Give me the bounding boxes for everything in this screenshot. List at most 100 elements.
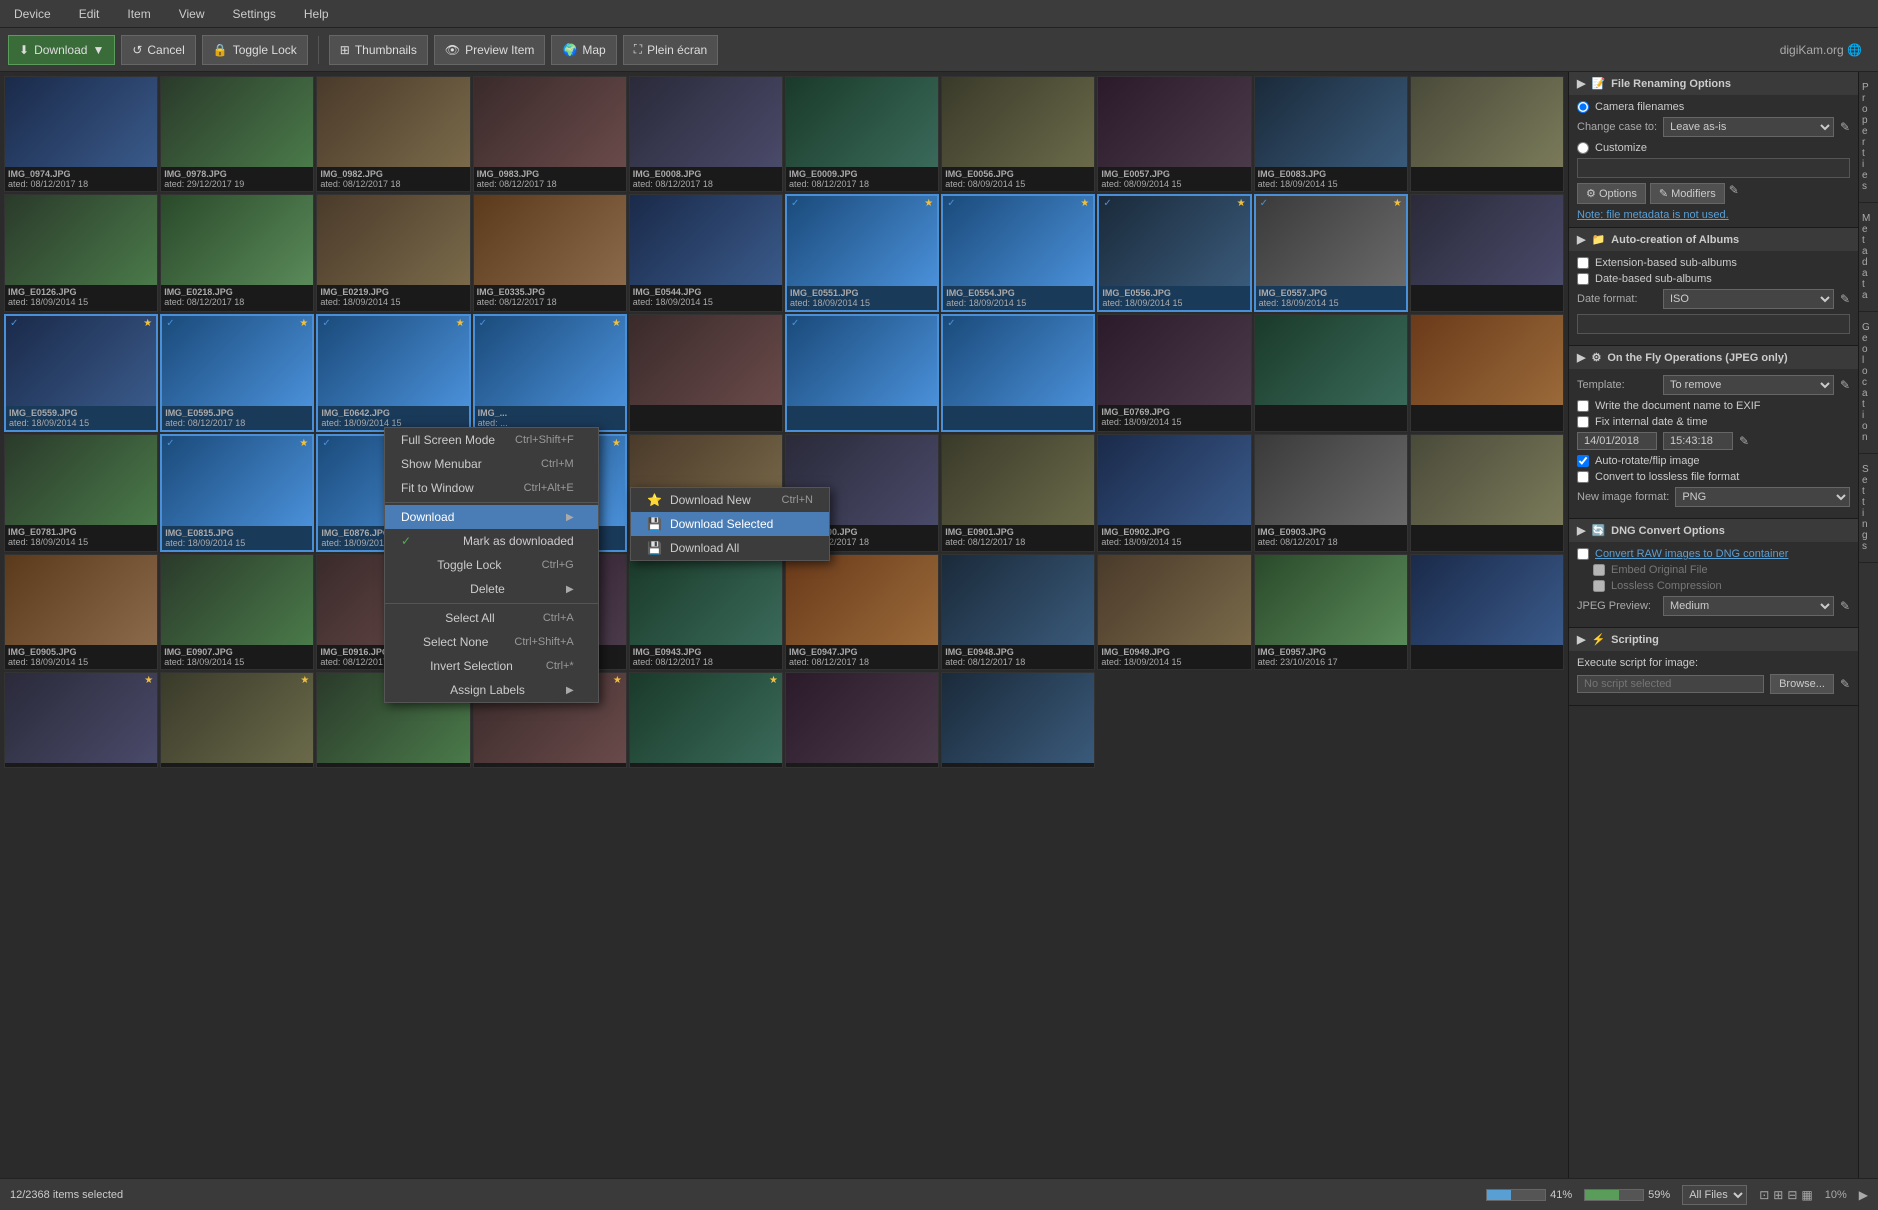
context-select-none[interactable]: Select None Ctrl+Shift+A bbox=[385, 630, 598, 654]
jpeg-preview-select[interactable]: Medium bbox=[1663, 596, 1834, 616]
grid-icon[interactable]: ▦ bbox=[1801, 1188, 1812, 1202]
photo-item-55[interactable] bbox=[785, 672, 939, 768]
menu-settings[interactable]: Settings bbox=[227, 5, 282, 23]
browse-button[interactable]: Browse... bbox=[1770, 674, 1834, 694]
photo-item-18[interactable]: ★✓IMG_E0557.JPGated: 18/09/2014 15 bbox=[1254, 194, 1408, 312]
note-link[interactable]: Note: file metadata is not used. bbox=[1577, 209, 1729, 221]
context-download[interactable]: Download ▶ bbox=[385, 505, 598, 529]
photo-item-8[interactable]: IMG_E0083.JPGated: 18/09/2014 15 bbox=[1254, 76, 1408, 192]
context-mark-downloaded[interactable]: ✓ Mark as downloaded bbox=[385, 529, 598, 553]
photo-item-21[interactable]: ★✓IMG_E0595.JPGated: 08/12/2017 18 bbox=[160, 314, 314, 432]
auto-creation-header[interactable]: ▶ 📁 Auto-creation of Albums bbox=[1569, 228, 1858, 251]
submenu-download-all[interactable]: 💾 Download All bbox=[631, 536, 829, 560]
photo-item-31[interactable]: ★✓IMG_E0815.JPGated: 18/09/2014 15 bbox=[160, 434, 314, 552]
date-input[interactable] bbox=[1577, 432, 1657, 450]
photo-item-36[interactable]: IMG_E0901.JPGated: 08/12/2017 18 bbox=[941, 434, 1095, 552]
photo-item-48[interactable]: IMG_E0957.JPGated: 23/10/2016 17 bbox=[1254, 554, 1408, 670]
time-input[interactable] bbox=[1663, 432, 1733, 450]
photo-item-56[interactable] bbox=[941, 672, 1095, 768]
photo-item-46[interactable]: IMG_E0948.JPGated: 08/12/2017 18 bbox=[941, 554, 1095, 670]
options-button[interactable]: ⚙ Options bbox=[1577, 183, 1646, 204]
date-format-input[interactable] bbox=[1577, 314, 1850, 334]
photo-item-0[interactable]: IMG_0974.JPGated: 08/12/2017 18 bbox=[4, 76, 158, 192]
photo-item-16[interactable]: ★✓IMG_E0554.JPGated: 18/09/2014 15 bbox=[941, 194, 1095, 312]
photo-grid-area[interactable]: IMG_0974.JPGated: 08/12/2017 18IMG_0978.… bbox=[0, 72, 1568, 1178]
context-delete[interactable]: Delete ▶ bbox=[385, 577, 598, 601]
edit-icon-7[interactable]: ✎ bbox=[1840, 677, 1850, 691]
on-fly-header[interactable]: ▶ ⚙ On the Fly Operations (JPEG only) bbox=[1569, 346, 1858, 369]
photo-item-47[interactable]: IMG_E0949.JPGated: 18/09/2014 15 bbox=[1097, 554, 1251, 670]
template-select[interactable]: To remove bbox=[1663, 375, 1834, 395]
modifiers-button[interactable]: ✎ Modifiers bbox=[1650, 183, 1725, 204]
photo-item-17[interactable]: ★✓IMG_E0556.JPGated: 18/09/2014 15 bbox=[1097, 194, 1251, 312]
map-button[interactable]: 🌍 Map bbox=[551, 35, 616, 65]
date-format-select[interactable]: ISO bbox=[1663, 289, 1834, 309]
download-submenu[interactable]: ⭐ Download New Ctrl+N 💾 Download Selecte… bbox=[630, 487, 830, 561]
context-menu[interactable]: Full Screen Mode Ctrl+Shift+F Show Menub… bbox=[384, 427, 599, 703]
context-assign-labels[interactable]: Assign Labels ▶ bbox=[385, 678, 598, 702]
photo-item-14[interactable]: IMG_E0544.JPGated: 18/09/2014 15 bbox=[629, 194, 783, 312]
photo-item-13[interactable]: IMG_E0335.JPGated: 08/12/2017 18 bbox=[473, 194, 627, 312]
photo-item-45[interactable]: IMG_E0947.JPGated: 08/12/2017 18 bbox=[785, 554, 939, 670]
context-show-menubar[interactable]: Show Menubar Ctrl+M bbox=[385, 452, 598, 476]
edit-icon-4[interactable]: ✎ bbox=[1840, 378, 1850, 392]
context-toggle-lock[interactable]: Toggle Lock Ctrl+G bbox=[385, 553, 598, 577]
context-select-all[interactable]: Select All Ctrl+A bbox=[385, 606, 598, 630]
menu-device[interactable]: Device bbox=[8, 5, 57, 23]
photo-item-1[interactable]: IMG_0978.JPGated: 29/12/2017 19 bbox=[160, 76, 314, 192]
edit-icon-1[interactable]: ✎ bbox=[1840, 120, 1850, 134]
photo-item-10[interactable]: IMG_E0126.JPGated: 18/09/2014 15 bbox=[4, 194, 158, 312]
cancel-button[interactable]: ↺ Cancel bbox=[121, 35, 195, 65]
photo-item-22[interactable]: ★✓IMG_E0642.JPGated: 18/09/2014 15 bbox=[316, 314, 470, 432]
photo-item-11[interactable]: IMG_E0218.JPGated: 08/12/2017 18 bbox=[160, 194, 314, 312]
photo-item-29[interactable] bbox=[1410, 314, 1564, 432]
new-format-select[interactable]: PNG bbox=[1675, 487, 1850, 507]
photo-item-6[interactable]: IMG_E0056.JPGated: 08/09/2014 15 bbox=[941, 76, 1095, 192]
photo-item-23[interactable]: ★✓IMG_...ated: ... bbox=[473, 314, 627, 432]
photo-item-7[interactable]: IMG_E0057.JPGated: 08/09/2014 15 bbox=[1097, 76, 1251, 192]
photo-item-20[interactable]: ★✓IMG_E0559.JPGated: 18/09/2014 15 bbox=[4, 314, 158, 432]
fix-date-checkbox[interactable] bbox=[1577, 416, 1589, 428]
photo-item-39[interactable] bbox=[1410, 434, 1564, 552]
zoom-out-icon[interactable]: ⊟ bbox=[1787, 1188, 1797, 1202]
photo-item-50[interactable]: ★ bbox=[4, 672, 158, 768]
context-full-screen[interactable]: Full Screen Mode Ctrl+Shift+F bbox=[385, 428, 598, 452]
script-input[interactable] bbox=[1577, 675, 1764, 693]
edit-icon-2[interactable]: ✎ bbox=[1729, 183, 1739, 204]
extension-based-checkbox[interactable] bbox=[1577, 257, 1589, 269]
date-based-checkbox[interactable] bbox=[1577, 273, 1589, 285]
photo-item-19[interactable] bbox=[1410, 194, 1564, 312]
photo-item-27[interactable]: IMG_E0769.JPGated: 18/09/2014 15 bbox=[1097, 314, 1251, 432]
photo-item-26[interactable]: ✓ bbox=[941, 314, 1095, 432]
convert-raw-checkbox[interactable] bbox=[1577, 548, 1589, 560]
zoom-slider-right[interactable]: ▶ bbox=[1859, 1188, 1868, 1202]
photo-item-2[interactable]: IMG_0982.JPGated: 08/12/2017 18 bbox=[316, 76, 470, 192]
fit-icon[interactable]: ⊡ bbox=[1759, 1188, 1769, 1202]
submenu-download-selected[interactable]: 💾 Download Selected bbox=[631, 512, 829, 536]
plein-ecran-button[interactable]: ⛶ Plein écran bbox=[623, 35, 718, 65]
context-invert-selection[interactable]: Invert Selection Ctrl+* bbox=[385, 654, 598, 678]
edit-icon-6[interactable]: ✎ bbox=[1840, 599, 1850, 613]
photo-item-54[interactable]: ★ bbox=[629, 672, 783, 768]
edit-icon-3[interactable]: ✎ bbox=[1840, 292, 1850, 306]
zoom-in-icon[interactable]: ⊞ bbox=[1773, 1188, 1783, 1202]
change-case-select[interactable]: Leave as-is bbox=[1663, 117, 1834, 137]
photo-item-49[interactable] bbox=[1410, 554, 1564, 670]
photo-item-15[interactable]: ★✓IMG_E0551.JPGated: 18/09/2014 15 bbox=[785, 194, 939, 312]
write-doc-checkbox[interactable] bbox=[1577, 400, 1589, 412]
toggle-lock-button[interactable]: 🔒 Toggle Lock bbox=[202, 35, 308, 65]
side-tab-geolocation[interactable]: Geolocation bbox=[1859, 312, 1878, 454]
photo-item-41[interactable]: IMG_E0907.JPGated: 18/09/2014 15 bbox=[160, 554, 314, 670]
side-tab-properties[interactable]: Properties bbox=[1859, 72, 1878, 203]
photo-item-44[interactable]: IMG_E0943.JPGated: 08/12/2017 18 bbox=[629, 554, 783, 670]
side-tab-metadata[interactable]: Metadata bbox=[1859, 203, 1878, 312]
thumbnails-button[interactable]: ⊞ Thumbnails bbox=[329, 35, 428, 65]
download-button[interactable]: ⬇ Download ▼ bbox=[8, 35, 115, 65]
convert-raw-label[interactable]: Convert RAW images to DNG container bbox=[1595, 548, 1788, 560]
custom-input-area[interactable] bbox=[1577, 158, 1850, 178]
menu-help[interactable]: Help bbox=[298, 5, 335, 23]
photo-item-51[interactable]: ★ bbox=[160, 672, 314, 768]
lossless-checkbox[interactable] bbox=[1593, 580, 1605, 592]
auto-rotate-checkbox[interactable] bbox=[1577, 455, 1589, 467]
menu-edit[interactable]: Edit bbox=[73, 5, 106, 23]
